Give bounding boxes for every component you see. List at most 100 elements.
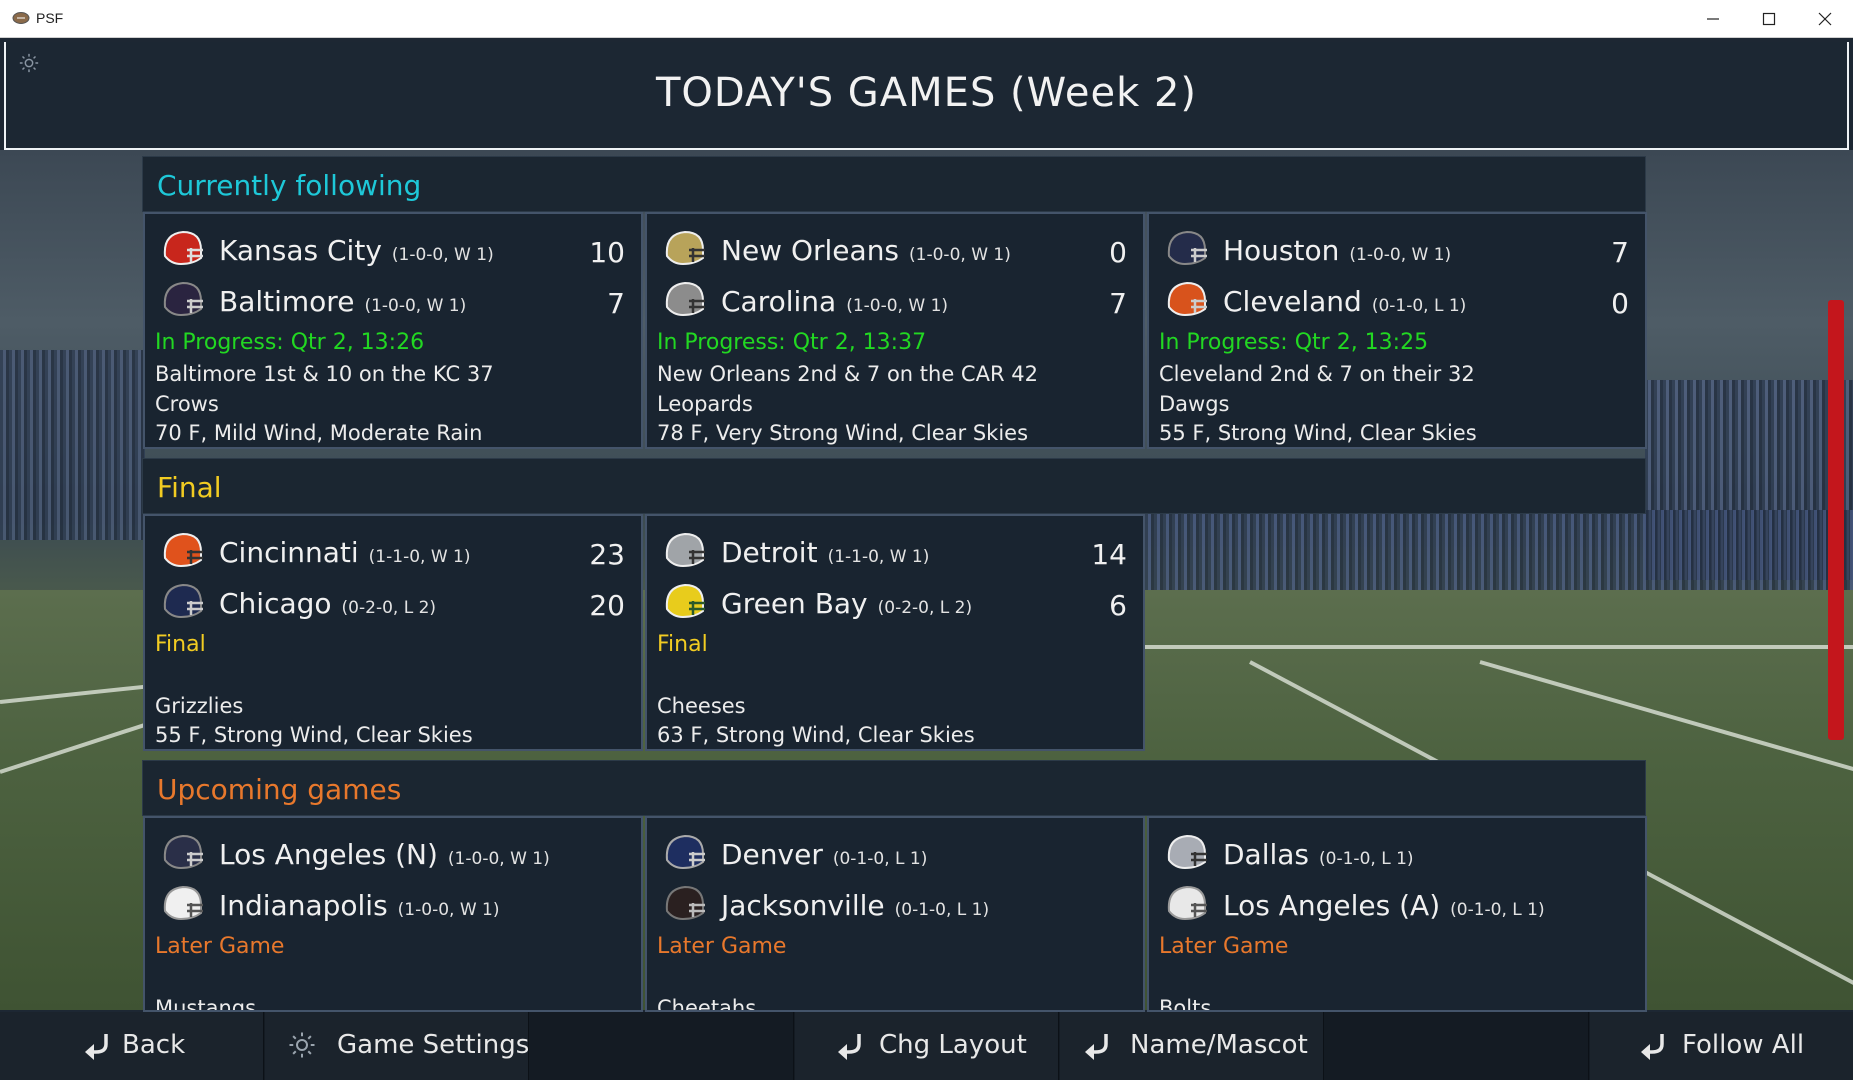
chg-layout-button[interactable]: Chg Layout (795, 1012, 1059, 1080)
game-settings-label: Game Settings (337, 1030, 530, 1060)
helmet-icon (163, 885, 203, 921)
crowd-middle (1145, 510, 1853, 590)
team-score: 20 (589, 589, 625, 622)
team-name: Baltimore (219, 285, 355, 318)
chg-layout-label: Chg Layout (879, 1030, 1027, 1060)
team-row-away: Chicago (0-2-0, L 2) 20 (145, 581, 641, 627)
close-icon (1818, 12, 1832, 26)
team-row-away: Indianapolis (1-0-0, W 1) (145, 883, 641, 929)
team-record: (1-0-0, W 1) (846, 296, 949, 316)
maximize-icon (1762, 12, 1776, 26)
game-card[interactable]: Cincinnati (1-1-0, W 1) 23 Chicago (0-2-0,… (143, 514, 643, 751)
follow-all-button[interactable]: Follow All (1590, 1012, 1853, 1080)
team-name: Kansas City (219, 234, 382, 267)
team-record: (0-1-0, L 1) (1371, 296, 1467, 316)
team-record: (1-0-0, W 1) (1349, 245, 1452, 265)
game-weather: 63 F, Strong Wind, Clear Skies (657, 723, 975, 747)
helmet-icon (665, 834, 705, 870)
team-name: Jacksonville (721, 889, 885, 922)
helmet-icon (665, 230, 705, 266)
team-row-home: Denver (0-1-0, L 1) (647, 832, 1143, 878)
game-card[interactable]: New Orleans (1-0-0, W 1) 0 Carolina (1-0-0… (645, 212, 1145, 449)
game-card[interactable]: Kansas City (1-0-0, W 1) 10 Baltimore (1-0… (143, 212, 643, 449)
team-record: (0-1-0, L 1) (894, 900, 990, 920)
page-title: TODAY'S GAMES (Week 2) (655, 70, 1198, 116)
team-name: New Orleans (721, 234, 900, 267)
team-row-away: Los Angeles (A) (0-1-0, L 1) (1149, 883, 1645, 929)
helmet-icon (665, 583, 705, 619)
section-final-label: Final (157, 471, 222, 504)
team-score: 6 (1109, 589, 1127, 622)
section-final-header: Final (142, 458, 1646, 514)
game-mascot: Mustangs (155, 996, 257, 1012)
team-row-home: Cincinnati (1-1-0, W 1) 23 (145, 530, 641, 576)
team-record: (0-2-0, L 2) (877, 598, 973, 618)
team-row-away: Cleveland (0-1-0, L 1) 0 (1149, 279, 1645, 325)
team-record: (1-1-0, W 1) (827, 547, 930, 567)
team-name: Carolina (721, 285, 837, 318)
game-mascot: Grizzlies (155, 694, 244, 718)
close-button[interactable] (1797, 0, 1853, 38)
game-card[interactable]: Los Angeles (N) (1-0-0, W 1) Indianapolis… (143, 816, 643, 1012)
team-score: 0 (1109, 236, 1127, 269)
back-button[interactable]: Back (0, 1012, 264, 1080)
arrow-icon (1641, 1034, 1664, 1060)
team-name: Los Angeles (A) (1223, 889, 1441, 922)
name-mascot-label: Name/Mascot (1130, 1030, 1308, 1060)
helmet-icon (163, 834, 203, 870)
game-status: Final (155, 632, 206, 657)
team-name: Cleveland (1223, 285, 1362, 318)
game-settings-button[interactable]: Game Settings (265, 1012, 529, 1080)
side-accent-bar (1828, 300, 1844, 740)
arrow-icon (838, 1034, 861, 1060)
minimize-icon (1707, 18, 1719, 20)
team-name: Green Bay (721, 587, 868, 620)
arrow-icon (1085, 1034, 1108, 1060)
game-card[interactable]: Denver (0-1-0, L 1) Jacksonville (0-1-0, L… (645, 816, 1145, 1012)
section-upcoming-header: Upcoming games (142, 760, 1646, 816)
team-record: (1-0-0, W 1) (391, 245, 494, 265)
game-card[interactable]: Dallas (0-1-0, L 1) Los Angeles (A) (0-1-0… (1147, 816, 1647, 1012)
game-weather: 55 F, Strong Wind, Clear Skies (155, 723, 473, 747)
helmet-icon (163, 532, 203, 568)
window-title: PSF (36, 10, 64, 26)
helmet-icon (1167, 230, 1207, 266)
game-status: In Progress: Qtr 2, 13:37 (657, 330, 927, 355)
team-name: Detroit (721, 536, 818, 569)
team-name: Cincinnati (219, 536, 359, 569)
helmet-icon (163, 583, 203, 619)
team-row-home: Los Angeles (N) (1-0-0, W 1) (145, 832, 641, 878)
team-name: Indianapolis (219, 889, 388, 922)
team-row-home: Dallas (0-1-0, L 1) (1149, 832, 1645, 878)
helmet-icon (1167, 281, 1207, 317)
team-row-away: Green Bay (0-2-0, L 2) 6 (647, 581, 1143, 627)
game-situation: Baltimore 1st & 10 on the KC 37 (155, 362, 494, 386)
game-weather: 70 F, Mild Wind, Moderate Rain (155, 421, 483, 445)
minimize-button[interactable] (1685, 0, 1741, 38)
game-card[interactable]: Detroit (1-1-0, W 1) 14 Green Bay (0-2-0, … (645, 514, 1145, 751)
helmet-icon (665, 281, 705, 317)
empty-slot (1325, 1012, 1589, 1080)
team-score: 7 (607, 287, 625, 320)
game-card[interactable]: Houston (1-0-0, W 1) 7 Cleveland (0-1-0, L… (1147, 212, 1647, 449)
game-mascot: Cheeses (657, 694, 746, 718)
team-name: Dallas (1223, 838, 1310, 871)
team-record: (1-1-0, W 1) (368, 547, 471, 567)
helmet-icon (163, 230, 203, 266)
game-status: In Progress: Qtr 2, 13:25 (1159, 330, 1429, 355)
section-following-header: Currently following (142, 156, 1646, 212)
maximize-button[interactable] (1741, 0, 1797, 38)
team-name: Los Angeles (N) (219, 838, 438, 871)
game-mascot: Cheetahs (657, 996, 757, 1012)
game-status: In Progress: Qtr 2, 13:26 (155, 330, 425, 355)
team-record: (0-1-0, L 1) (1319, 849, 1414, 869)
team-row-home: Detroit (1-1-0, W 1) 14 (647, 530, 1143, 576)
bottom-toolbar: Back Game Settings Chg Layout Name/Masco… (0, 1012, 1853, 1080)
game-status: Final (657, 632, 708, 657)
team-name: Houston (1223, 234, 1340, 267)
game-situation: Cleveland 2nd & 7 on their 32 (1159, 362, 1475, 386)
game-mascot: Leopards (657, 392, 753, 416)
game-status: Later Game (1159, 934, 1289, 959)
name-mascot-button[interactable]: Name/Mascot (1060, 1012, 1324, 1080)
helmet-icon (665, 885, 705, 921)
